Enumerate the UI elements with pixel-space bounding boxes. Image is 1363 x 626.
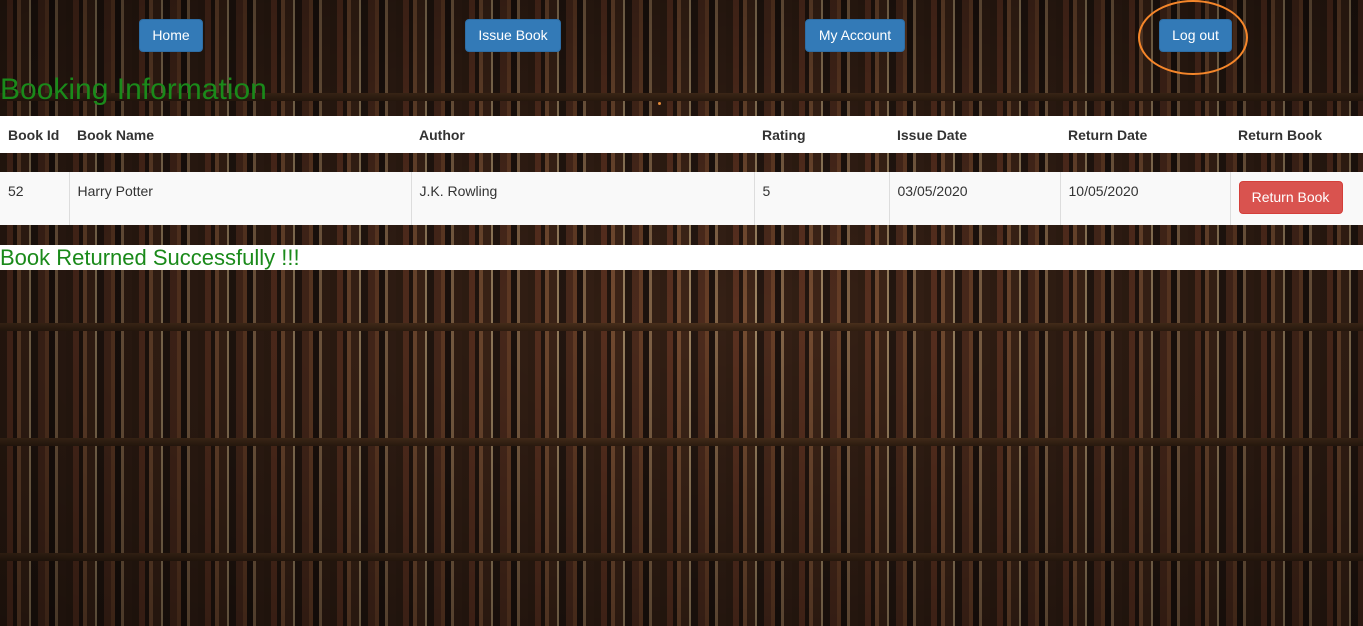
page-title: Booking Information <box>0 73 267 106</box>
header-author: Author <box>411 116 754 153</box>
issue-book-button[interactable]: Issue Book <box>465 19 561 52</box>
cell-return-date: 10/05/2020 <box>1059 172 1230 225</box>
header-book-id: Book Id <box>0 116 69 153</box>
header-issue-date: Issue Date <box>889 116 1060 153</box>
table-spacer <box>0 153 1363 172</box>
logout-highlight-annotation <box>1138 0 1248 75</box>
my-account-button[interactable]: My Account <box>805 19 905 52</box>
cell-book-name: Harry Potter <box>68 172 411 225</box>
header-return-book: Return Book <box>1230 116 1363 153</box>
success-message: Book Returned Successfully !!! <box>0 245 300 270</box>
cell-return-action: Return Book <box>1229 172 1363 225</box>
cell-issue-date: 03/05/2020 <box>888 172 1060 225</box>
cell-book-id: 52 <box>0 172 69 225</box>
header-book-name: Book Name <box>69 116 411 153</box>
cell-author: J.K. Rowling <box>410 172 754 225</box>
cell-rating: 5 <box>753 172 889 225</box>
booking-table: Book Id Book Name Author Rating Issue Da… <box>0 116 1363 225</box>
header-return-date: Return Date <box>1060 116 1230 153</box>
header-rating: Rating <box>754 116 889 153</box>
home-button[interactable]: Home <box>139 19 203 52</box>
table-header-row: Book Id Book Name Author Rating Issue Da… <box>0 116 1363 153</box>
return-book-button[interactable]: Return Book <box>1238 181 1343 214</box>
annotation-dot <box>658 102 661 105</box>
table-row: 52 Harry Potter J.K. Rowling 5 03/05/202… <box>0 172 1363 225</box>
